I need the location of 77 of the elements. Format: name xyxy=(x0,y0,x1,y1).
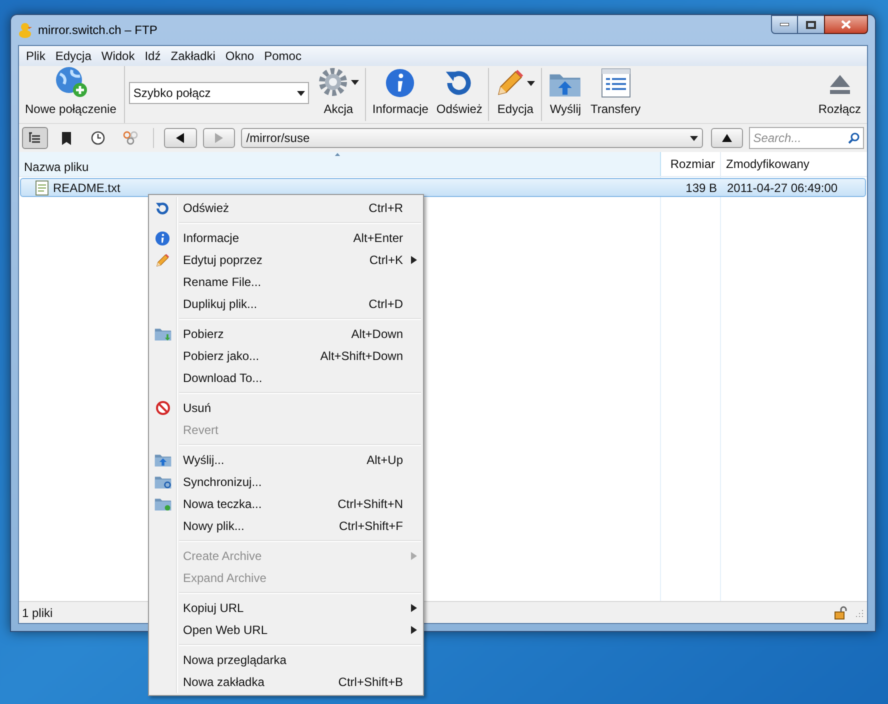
upload-folder-icon xyxy=(154,452,172,468)
menu-item[interactable]: Plik xyxy=(21,47,50,65)
sync-folder-icon xyxy=(154,474,172,490)
menu-item[interactable]: Okno xyxy=(220,47,260,65)
maximize-icon xyxy=(806,20,816,28)
toolbar-button[interactable]: Akcja xyxy=(313,66,364,123)
context-menu-item[interactable]: Kopiuj URL xyxy=(149,597,423,619)
quick-connect-combo[interactable]: Szybko połącz xyxy=(129,82,310,104)
toolbar-button[interactable]: Odśwież xyxy=(432,66,486,123)
clock-icon xyxy=(91,131,106,145)
toolbar-button[interactable]: Informacje xyxy=(368,66,432,123)
network-icon xyxy=(122,131,138,145)
search-icon xyxy=(848,132,860,144)
toolbar-button[interactable]: Wyślij xyxy=(544,66,586,123)
context-menu-item[interactable]: Nowa przeglądarka xyxy=(149,649,423,671)
pencil-icon xyxy=(495,68,526,98)
maximize-button[interactable] xyxy=(798,15,824,34)
menu-item[interactable]: Edycja xyxy=(50,47,96,65)
duck-icon xyxy=(18,22,32,38)
window-title: mirror.switch.ch – FTP xyxy=(38,22,158,39)
delete-icon xyxy=(156,401,170,415)
context-menu-item[interactable]: Rename File... xyxy=(149,271,423,293)
view-toggle[interactable] xyxy=(22,127,48,149)
minimize-button[interactable] xyxy=(771,15,798,34)
file-row[interactable]: README.txt 139 B 2011-04-27 06:49:00 xyxy=(20,178,866,197)
toolbar-button[interactable]: Nowe połączenie xyxy=(21,66,120,123)
context-menu-item[interactable]: Nowa zakładka Ctrl+Shift+B xyxy=(149,671,423,693)
column-header[interactable]: Rozmiar xyxy=(661,152,721,176)
column-header[interactable]: Zmodyfikowany xyxy=(721,152,867,176)
right-triangle-icon xyxy=(214,133,223,143)
info-icon xyxy=(155,230,170,246)
toolbar-button[interactable]: Transfery xyxy=(586,66,645,123)
pencil-icon xyxy=(155,252,170,268)
toolbar-button[interactable]: Edycja xyxy=(491,66,540,123)
back-button[interactable] xyxy=(164,128,197,148)
menu-item[interactable]: Idź xyxy=(140,47,166,65)
text-file-icon xyxy=(35,180,49,196)
context-menu-item[interactable]: Pobierz Alt+Down xyxy=(149,323,423,345)
info-icon xyxy=(385,68,416,98)
context-menu-item[interactable]: Wyślij... Alt+Up xyxy=(149,449,423,471)
close-icon xyxy=(841,20,851,29)
search-field[interactable]: Search... xyxy=(749,127,864,149)
context-menu-item[interactable]: Download To... xyxy=(149,367,423,389)
context-menu-item[interactable]: Nowy plik... Ctrl+Shift+F xyxy=(149,515,423,537)
status-text: 1 pliki xyxy=(22,604,53,622)
context-menu-item[interactable]: Duplikuj plik... Ctrl+D xyxy=(149,293,423,315)
parent-folder-button[interactable] xyxy=(710,128,744,148)
path-combo[interactable]: /mirror/suse xyxy=(241,128,703,148)
caret-icon xyxy=(297,90,306,96)
menu-item[interactable]: Widok xyxy=(96,47,140,65)
menu-item[interactable]: Pomoc xyxy=(259,47,306,65)
left-triangle-icon xyxy=(176,133,184,143)
list-tree-icon xyxy=(28,132,42,144)
caret-icon xyxy=(690,136,698,140)
globe-plus-icon xyxy=(54,66,88,98)
context-menu-item[interactable]: Synchronizuj... xyxy=(149,471,423,493)
download-folder-icon xyxy=(154,326,172,342)
file-name: README.txt xyxy=(53,180,120,196)
resize-grip-icon xyxy=(854,608,864,618)
context-menu-item[interactable]: Usuń xyxy=(149,397,423,419)
context-menu-item[interactable]: Odśwież Ctrl+R xyxy=(149,197,423,219)
up-triangle-icon xyxy=(722,134,732,142)
context-menu-item[interactable]: Pobierz jako... Alt+Shift+Down xyxy=(149,345,423,367)
context-menu-item[interactable]: Informacje Alt+Enter xyxy=(149,227,423,249)
file-modified: 2011-04-27 06:49:00 xyxy=(726,180,838,196)
bookmark-icon xyxy=(61,132,72,144)
context-menu-item[interactable]: Nowa teczka... Ctrl+Shift+N xyxy=(149,493,423,515)
refresh-icon xyxy=(155,200,170,216)
context-menu-item[interactable]: Edytuj poprzez Ctrl+K xyxy=(149,249,423,271)
minimize-icon xyxy=(780,23,789,26)
column-header[interactable]: Nazwa pliku xyxy=(19,152,661,176)
close-button[interactable] xyxy=(824,15,868,34)
menu-item[interactable]: Zakładki xyxy=(166,47,220,65)
toolbar-button[interactable]: Rozłącz xyxy=(814,66,865,123)
context-menu-item[interactable]: Open Web URL xyxy=(149,619,423,641)
file-size: 139 B xyxy=(684,180,718,196)
new-folder-icon xyxy=(154,496,172,512)
